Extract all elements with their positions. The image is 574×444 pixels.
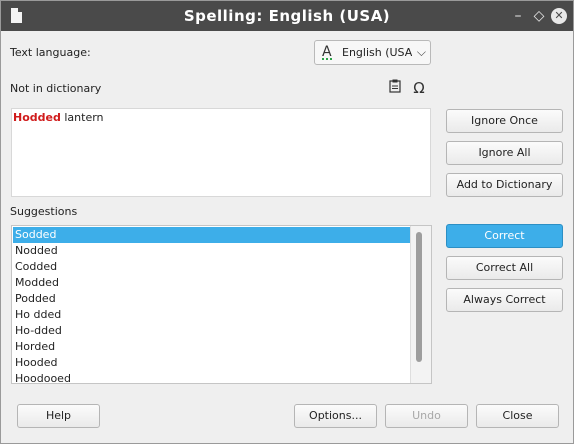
paste-icon[interactable]	[386, 79, 404, 97]
maximize-icon[interactable]: ◇	[531, 8, 547, 24]
chevron-down-icon: ⌵	[416, 45, 426, 59]
text-language-label: Text language:	[10, 46, 91, 59]
undo-button[interactable]: Undo	[385, 404, 468, 428]
clipboard-icon	[389, 79, 401, 93]
sentence-rest: lantern	[60, 111, 104, 124]
always-correct-button[interactable]: Always Correct	[446, 288, 563, 312]
scrollbar-thumb[interactable]	[416, 232, 422, 362]
minimize-icon[interactable]: –	[510, 8, 526, 24]
ignore-once-button[interactable]: Ignore Once	[446, 109, 563, 133]
suggestions-list[interactable]: Sodded Nodded Codded Modded Podded Ho dd…	[11, 225, 432, 384]
ignore-all-button[interactable]: Ignore All	[446, 141, 563, 165]
window-title: Spelling: English (USA)	[183, 7, 391, 25]
correct-all-button[interactable]: Correct All	[446, 256, 563, 280]
help-button[interactable]: Help	[17, 404, 100, 428]
list-item[interactable]: Sodded	[13, 227, 410, 243]
suggestions-label: Suggestions	[10, 205, 78, 218]
suggestions-scrollbar[interactable]	[410, 226, 431, 383]
text-language-value: English (USA)	[342, 46, 412, 59]
not-in-dictionary-label: Not in dictionary	[10, 82, 102, 95]
list-item[interactable]: Horded	[13, 339, 410, 355]
misspelled-word: Hodded	[13, 111, 61, 124]
close-button[interactable]: Close	[476, 404, 559, 428]
list-item[interactable]: Ho-dded	[13, 323, 410, 339]
sentence-textbox[interactable]: Hodded lantern	[11, 108, 431, 197]
title-bar[interactable]: Spelling: English (USA) – ◇ ✕	[1, 1, 573, 31]
close-window-icon[interactable]: ✕	[551, 8, 567, 24]
spelling-dialog: Spelling: English (USA) – ◇ ✕ Text langu…	[0, 0, 574, 444]
special-character-icon[interactable]: Ω	[410, 79, 428, 97]
list-item[interactable]: Hoodooed	[13, 371, 410, 383]
list-item[interactable]: Nodded	[13, 243, 410, 259]
sentence-text: Hodded lantern	[13, 111, 104, 124]
options-button[interactable]: Options...	[294, 404, 377, 428]
list-item[interactable]: Codded	[13, 259, 410, 275]
list-item[interactable]: Modded	[13, 275, 410, 291]
list-item[interactable]: Hooded	[13, 355, 410, 371]
list-item[interactable]: Ho dded	[13, 307, 410, 323]
text-language-label-text: Text language:	[10, 46, 91, 59]
list-item[interactable]: Podded	[13, 291, 410, 307]
text-language-select[interactable]: A English (USA) ⌵	[314, 40, 431, 65]
correct-button[interactable]: Correct	[446, 224, 563, 248]
language-icon: A	[322, 44, 332, 60]
add-to-dictionary-button[interactable]: Add to Dictionary	[446, 173, 563, 197]
